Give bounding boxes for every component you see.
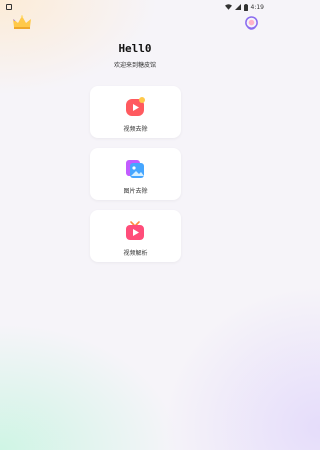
video-parse-icon [126, 221, 144, 240]
video-remove-icon [126, 97, 145, 116]
image-remove-icon [126, 160, 144, 178]
card-label: 视频去除 [123, 126, 148, 133]
video-parse-card[interactable]: 视频解析 [90, 210, 181, 262]
card-label: 视频解析 [123, 250, 148, 257]
wifi-icon [224, 4, 232, 10]
crown-icon[interactable] [12, 15, 32, 31]
status-time: 4:19 [250, 3, 264, 11]
card-label: 图片去除 [123, 188, 148, 195]
avatar-icon[interactable] [244, 16, 259, 31]
status-bar: 4:19 [0, 0, 270, 14]
page-title: Hell0 [118, 42, 152, 55]
signal-icon [234, 4, 241, 10]
notification-square-icon [6, 4, 12, 10]
welcome-subtitle: 欢迎来到糖皮馆 [113, 62, 156, 69]
image-remove-card[interactable]: 图片去除 [90, 148, 181, 200]
battery-icon [243, 3, 248, 11]
video-remove-card[interactable]: 视频去除 [90, 86, 181, 138]
